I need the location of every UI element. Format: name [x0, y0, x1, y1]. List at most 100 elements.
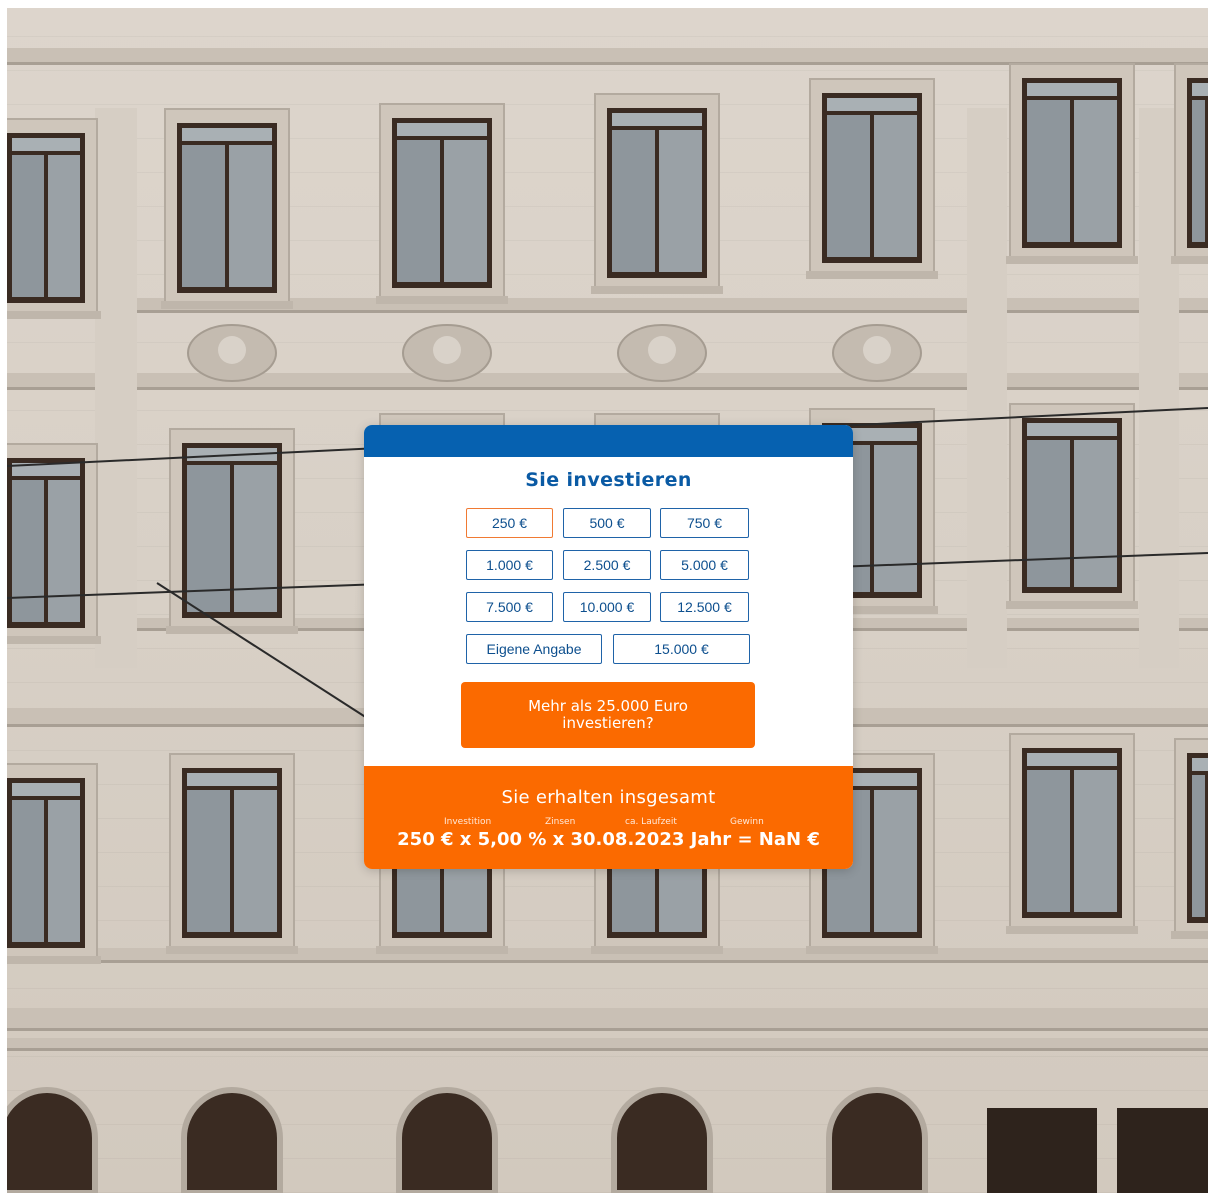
window-sill	[376, 296, 508, 304]
window-sill	[376, 946, 508, 954]
amount-button-5000[interactable]: 5.000 €	[660, 550, 749, 580]
window-pane	[397, 140, 440, 282]
window-transom	[612, 113, 702, 126]
window-pane	[1074, 100, 1117, 242]
cornice-ledge	[7, 373, 1208, 387]
window-pane	[1192, 775, 1205, 917]
investment-calculator: Sie investieren 250 € 500 € 750 € 1.000 …	[364, 425, 853, 869]
window-pane	[874, 790, 917, 932]
cornice-shadow	[7, 1048, 1208, 1051]
window-transom	[1027, 753, 1117, 766]
window-pane	[12, 800, 44, 942]
cornice-ledge	[7, 48, 1208, 62]
window-pane	[1027, 100, 1070, 242]
window-pane	[48, 800, 80, 942]
window-sill	[1171, 256, 1208, 264]
window-pane	[874, 445, 917, 592]
pilaster	[95, 108, 137, 668]
window-pane	[1192, 100, 1205, 242]
window-transom	[1027, 423, 1117, 436]
cornice-ledge	[7, 1038, 1208, 1048]
cornice-shadow	[7, 960, 1208, 963]
arched-window	[7, 1087, 98, 1193]
arched-window	[826, 1087, 928, 1193]
window-sill	[806, 271, 938, 279]
window-sill	[7, 636, 101, 644]
window-pane	[1074, 440, 1117, 587]
cornice-shadow	[7, 387, 1208, 390]
custom-amount-value[interactable]: 15.000 €	[613, 634, 750, 664]
cornice-shadow	[7, 310, 1208, 313]
window-sill	[1006, 256, 1138, 264]
window-pane	[659, 130, 702, 272]
window-sill	[1171, 931, 1208, 939]
window-sill	[1006, 926, 1138, 934]
pilaster	[1139, 108, 1179, 668]
amount-button-12500[interactable]: 12.500 €	[660, 592, 749, 622]
window-pane	[234, 790, 277, 932]
door	[1117, 1108, 1208, 1193]
invest-more-button[interactable]: Mehr als 25.000 Euro investieren?	[461, 682, 755, 748]
window-sill	[166, 626, 298, 634]
amount-button-10000[interactable]: 10.000 €	[563, 592, 651, 622]
window-sill	[7, 311, 101, 319]
arched-window	[396, 1087, 498, 1193]
amount-button-250[interactable]: 250 €	[466, 508, 553, 538]
window-sill	[161, 301, 293, 309]
amount-button-7500[interactable]: 7.500 €	[466, 592, 553, 622]
result-title: Sie erhalten insgesamt	[501, 787, 716, 808]
label-investment: Investition	[444, 817, 492, 827]
window-transom	[397, 123, 487, 136]
window-pane	[1027, 770, 1070, 912]
window-pane	[612, 130, 655, 272]
label-interest: Zinsen	[545, 817, 576, 827]
ornament-center	[433, 336, 461, 364]
invest-more-label: Mehr als 25.000 Euro investieren?	[528, 697, 688, 732]
window-pane	[827, 115, 870, 257]
window-pane	[182, 145, 225, 287]
window-transom	[1192, 758, 1208, 771]
custom-amount-button[interactable]: Eigene Angabe	[466, 634, 602, 664]
window-transom	[187, 773, 277, 786]
card-header-bar	[364, 425, 853, 457]
window-pane	[12, 480, 44, 622]
window-pane	[12, 155, 44, 297]
window-transom	[1192, 83, 1208, 96]
window-sill	[591, 946, 723, 954]
window-transom	[12, 783, 80, 796]
calculator-title: Sie investieren	[525, 469, 692, 491]
window-sill	[591, 286, 723, 294]
window-pane	[444, 140, 487, 282]
amount-button-500[interactable]: 500 €	[563, 508, 651, 538]
window-pane	[187, 790, 230, 932]
window-pane	[874, 115, 917, 257]
window-transom	[182, 128, 272, 141]
ornament-center	[863, 336, 891, 364]
result-formula: 250 € x 5,00 % x 30.08.2023 Jahr = NaN €	[397, 829, 820, 850]
amount-button-2500[interactable]: 2.500 €	[563, 550, 651, 580]
amount-button-750[interactable]: 750 €	[660, 508, 749, 538]
result-panel: Sie erhalten insgesamt Investition Zinse…	[364, 766, 853, 869]
door	[987, 1108, 1097, 1193]
window-sill	[7, 956, 101, 964]
window-pane	[48, 155, 80, 297]
window-transom	[12, 138, 80, 151]
label-profit: Gewinn	[730, 817, 764, 827]
pilaster	[967, 108, 1007, 668]
window-transom	[827, 98, 917, 111]
cornice-shadow	[7, 1028, 1208, 1031]
arched-window	[181, 1087, 283, 1193]
cornice-ledge	[7, 1008, 1208, 1028]
window-pane	[48, 480, 80, 622]
window-pane	[229, 145, 272, 287]
window-pane	[1074, 770, 1117, 912]
window-pane	[1027, 440, 1070, 587]
window-sill	[1006, 601, 1138, 609]
ornament-center	[218, 336, 246, 364]
arched-window	[611, 1087, 713, 1193]
window-sill	[166, 946, 298, 954]
window-transom	[1027, 83, 1117, 96]
amount-button-1000[interactable]: 1.000 €	[466, 550, 553, 580]
ornament-center	[648, 336, 676, 364]
label-term: ca. Laufzeit	[625, 817, 677, 827]
